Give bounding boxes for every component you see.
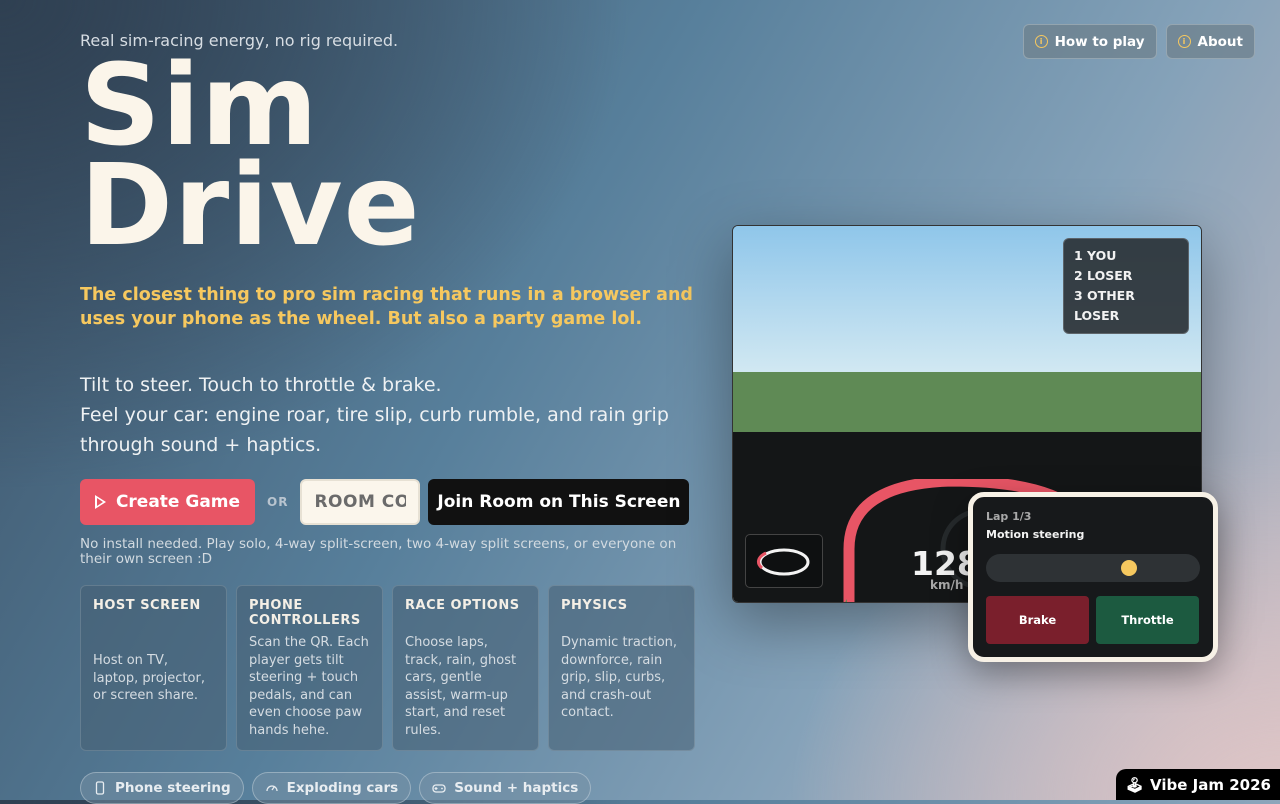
pedal-row: Brake Throttle bbox=[986, 596, 1200, 644]
joystick-icon: 🕹 bbox=[1125, 775, 1145, 794]
chip-sound-haptics: Sound + haptics bbox=[419, 772, 592, 804]
phone-controller-mockup: Lap 1/3 Motion steering Brake Throttle bbox=[968, 492, 1218, 662]
card-title: PHONE CONTROLLERS bbox=[249, 598, 361, 628]
card-body: Dynamic traction, downforce, rain grip, … bbox=[561, 635, 678, 720]
title-line-2: Drive bbox=[80, 141, 421, 271]
vibe-jam-label: Vibe Jam 2026 bbox=[1150, 775, 1271, 794]
card-body: Scan the QR. Each player gets tilt steer… bbox=[249, 635, 369, 738]
card-title: RACE OPTIONS bbox=[405, 598, 520, 613]
description: Tilt to steer. Touch to throttle & brake… bbox=[80, 370, 700, 460]
speed-unit: km/h bbox=[930, 578, 964, 592]
page-title: Sim Drive bbox=[80, 50, 421, 271]
how-to-play-label: How to play bbox=[1054, 33, 1145, 50]
chip-label: Exploding cars bbox=[286, 780, 399, 796]
chip-exploding-cars: Exploding cars bbox=[251, 772, 412, 804]
install-note: No install needed. Play solo, 4-way spli… bbox=[80, 536, 677, 567]
throttle-button[interactable]: Throttle bbox=[1096, 596, 1199, 644]
how-to-play-button[interactable]: i How to play bbox=[1022, 24, 1157, 59]
feature-card-host-screen: HOST SCREEN Host on TV, laptop, projecto… bbox=[80, 585, 227, 751]
chip-phone-steering: Phone steering bbox=[80, 772, 244, 804]
info-icon: i bbox=[1034, 35, 1048, 48]
gamepad-icon bbox=[432, 784, 446, 793]
phone-icon bbox=[95, 781, 105, 795]
preview-grass bbox=[733, 372, 1201, 432]
standings-row: 3 OTHER LOSER bbox=[1074, 288, 1135, 323]
standings-row: 2 LOSER bbox=[1074, 268, 1133, 283]
steering-slider[interactable] bbox=[986, 554, 1200, 582]
top-nav: i How to play i About bbox=[1022, 24, 1255, 59]
feature-card-physics: PHYSICS Dynamic traction, downforce, rai… bbox=[548, 585, 695, 751]
lead-text: The closest thing to pro sim racing that… bbox=[80, 285, 693, 329]
brake-button[interactable]: Brake bbox=[986, 596, 1089, 644]
or-divider: OR bbox=[267, 495, 289, 509]
vibe-jam-badge[interactable]: 🕹 Vibe Jam 2026 bbox=[1116, 769, 1280, 800]
lap-counter: Lap 1/3 bbox=[986, 510, 1032, 523]
steering-knob[interactable] bbox=[1120, 560, 1137, 576]
chip-label: Sound + haptics bbox=[454, 780, 579, 796]
about-label: About bbox=[1197, 33, 1243, 50]
track-minimap bbox=[745, 534, 823, 588]
standings-panel: 1 YOU 2 LOSER 3 OTHER LOSER bbox=[1063, 238, 1189, 334]
room-code-input[interactable] bbox=[300, 479, 421, 525]
create-game-label: Create Game bbox=[115, 492, 241, 512]
feature-cards: HOST SCREEN Host on TV, laptop, projecto… bbox=[80, 585, 695, 751]
create-game-button[interactable]: Create Game bbox=[80, 479, 255, 525]
about-button[interactable]: i About bbox=[1165, 24, 1255, 59]
feature-card-phone-controllers: PHONE CONTROLLERS Scan the QR. Each play… bbox=[236, 585, 383, 751]
feature-card-race-options: RACE OPTIONS Choose laps, track, rain, g… bbox=[392, 585, 539, 751]
description-line-1: Tilt to steer. Touch to throttle & brake… bbox=[80, 374, 442, 396]
gauge-icon bbox=[265, 785, 278, 792]
card-body: Choose laps, track, rain, ghost cars, ge… bbox=[405, 635, 517, 738]
chip-label: Phone steering bbox=[115, 780, 231, 796]
card-title: HOST SCREEN bbox=[93, 598, 201, 613]
track-outline-icon bbox=[757, 548, 810, 576]
card-body: Host on TV, laptop, projector, or screen… bbox=[93, 653, 205, 703]
feature-chips: Phone steering Exploding cars Sound + ha… bbox=[80, 772, 592, 804]
card-title: PHYSICS bbox=[561, 598, 628, 613]
info-icon: i bbox=[1177, 35, 1191, 48]
action-row: Create Game OR Join Room on This Screen bbox=[80, 479, 690, 525]
play-icon bbox=[94, 495, 106, 509]
description-line-2: Feel your car: engine roar, tire slip, c… bbox=[80, 404, 669, 456]
join-room-button[interactable]: Join Room on This Screen bbox=[428, 479, 690, 525]
steering-mode: Motion steering bbox=[986, 528, 1085, 541]
standings-row: 1 YOU bbox=[1074, 248, 1117, 263]
